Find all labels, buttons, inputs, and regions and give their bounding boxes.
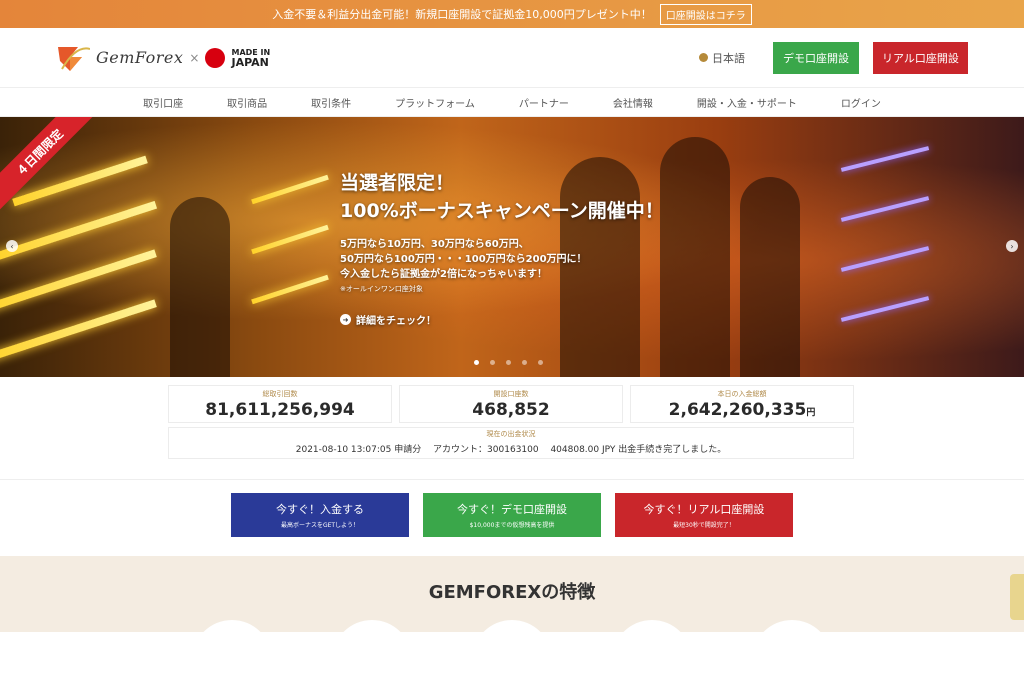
hero-light-stripe <box>251 274 329 305</box>
hero-purple-stripe <box>840 196 930 222</box>
globe-icon <box>699 53 708 62</box>
hero-purple-stripe <box>840 146 930 172</box>
feature-circle <box>192 620 272 700</box>
feature-circle <box>612 620 692 700</box>
real-now-title: 今すぐ！リアル口座開設 <box>643 503 765 516</box>
hero-person-silhouette <box>170 197 230 377</box>
carousel-dot[interactable] <box>522 360 527 365</box>
language-label: 日本語 <box>712 51 745 65</box>
hero-carousel[interactable]: ４日間限定 当選者限定！ 100%ボーナスキャンペーン開催中！ 5万円なら10万… <box>0 117 1024 377</box>
main-nav: 取引口座 取引商品 取引条件 プラットフォーム パートナー 会社情報 開設・入金… <box>0 88 1024 117</box>
logo-separator: × <box>189 50 200 65</box>
deposit-now-title: 今すぐ！入金する <box>276 503 364 516</box>
section-divider <box>0 479 1024 480</box>
hero-text: 当選者限定！ 100%ボーナスキャンペーン開催中！ 5万円なら10万円、30万円… <box>340 169 664 327</box>
accounts-value: 468,852 <box>472 400 550 420</box>
deposit-unit: 円 <box>806 408 816 418</box>
nav-item-login[interactable]: ログイン <box>819 95 903 110</box>
chevron-right-icon[interactable]: › <box>1006 240 1018 252</box>
hero-light-stripe <box>251 174 329 205</box>
chevron-left-icon[interactable]: ‹ <box>6 240 18 252</box>
withdrawal-status-label: 現在の出金状況 <box>486 430 536 438</box>
feature-circle <box>472 620 552 700</box>
nav-item-conditions[interactable]: 取引条件 <box>289 95 373 110</box>
hero-light-stripe <box>0 200 158 262</box>
stats-section: 総取引回数 81,611,256,994 開設口座数 468,852 本日の入金… <box>0 377 1024 481</box>
nav-item-platform[interactable]: プラットフォーム <box>373 95 497 110</box>
demo-now-button[interactable]: 今すぐ！デモ口座開設 $10,000までの仮想残高を提供 <box>423 493 601 537</box>
nav-item-company[interactable]: 会社情報 <box>591 95 675 110</box>
total-trades-box: 総取引回数 81,611,256,994 <box>168 385 392 423</box>
demo-account-button[interactable]: デモ口座開設 <box>773 41 859 74</box>
withdrawal-status-text: 2021-08-10 13:07:05 申請分 アカウント：300163100 … <box>295 445 727 455</box>
made-in-japan-mark: MADE IN JAPAN <box>231 48 270 68</box>
real-now-sub: 最短30秒で開設完了！ <box>673 522 735 529</box>
promo-message: 入金不要＆利益分出金可能！新規口座開設で証拠金10,000円プレゼント中！ <box>272 8 652 21</box>
japan-text: JAPAN <box>231 55 269 69</box>
accounts-label: 開設口座数 <box>493 390 529 398</box>
nav-item-partner[interactable]: パートナー <box>497 95 591 110</box>
hero-person-silhouette <box>660 137 730 377</box>
carousel-dots <box>474 360 543 365</box>
nav-item-support[interactable]: 開設・入金・サポート <box>675 95 819 110</box>
hero-title-1: 当選者限定！ <box>340 172 455 194</box>
hero-light-stripe <box>251 224 329 255</box>
hero-purple-stripe <box>840 246 930 272</box>
details-link-label: 詳細をチェック！ <box>356 316 436 327</box>
hero-person-silhouette <box>740 177 800 377</box>
deposit-value: 2,642,260,335 <box>668 400 807 420</box>
japan-flag-icon <box>205 47 226 68</box>
open-account-link[interactable]: 口座開設はコチラ <box>659 3 752 25</box>
real-now-button[interactable]: 今すぐ！リアル口座開設 最短30秒で開設完了！ <box>615 493 793 537</box>
hero-note: ※オールインワン口座対象 <box>340 285 423 293</box>
hero-light-stripe <box>0 249 157 313</box>
deposit-box: 本日の入金総額 2,642,260,335円 <box>630 385 854 423</box>
site-header: GemForex × MADE IN JAPAN 日本語 デモ口座開設 リアル口… <box>0 28 1024 88</box>
hero-light-stripe <box>0 299 157 363</box>
deposit-value-row: 2,642,260,335円 <box>631 399 853 424</box>
total-trades-value: 81,611,256,994 <box>205 400 355 420</box>
carousel-dot[interactable] <box>490 360 495 365</box>
hero-purple-stripe <box>840 296 930 322</box>
withdrawal-status-box: 現在の出金状況 2021-08-10 13:07:05 申請分 アカウント：30… <box>168 427 854 459</box>
carousel-dot[interactable] <box>474 360 479 365</box>
demo-now-title: 今すぐ！デモ口座開設 <box>457 503 567 516</box>
nav-item-accounts[interactable]: 取引口座 <box>121 95 205 110</box>
hero-line-1: 5万円なら10万円、30万円なら60万円、 <box>340 239 529 250</box>
deposit-label: 本日の入金総額 <box>717 390 767 398</box>
gemforex-logo-icon <box>56 43 91 73</box>
language-selector[interactable]: 日本語 <box>699 50 745 66</box>
feature-circle <box>332 620 412 700</box>
features-section: GEMFOREXの特徴 <box>0 556 1024 700</box>
promo-topbar: 入金不要＆利益分出金可能！新規口座開設で証拠金10,000円プレゼント中！ 口座… <box>0 0 1024 28</box>
hero-line-3: 今入金したら証拠金が2倍になっちゃいます！ <box>340 269 547 280</box>
hero-title-2: 100%ボーナスキャンペーン開催中！ <box>340 200 664 222</box>
total-trades-label: 総取引回数 <box>262 390 298 398</box>
logo[interactable]: GemForex × MADE IN JAPAN <box>56 43 270 73</box>
details-link[interactable]: ➜ 詳細をチェック！ <box>340 312 664 327</box>
logo-text: GemForex <box>96 48 184 67</box>
deposit-now-sub: 最高ボーナスをGETしよう！ <box>280 522 360 529</box>
nav-item-products[interactable]: 取引商品 <box>205 95 289 110</box>
arrow-circle-icon: ➜ <box>340 314 351 325</box>
demo-now-sub: $10,000までの仮想残高を提供 <box>469 522 555 529</box>
feature-circle <box>752 620 832 700</box>
accounts-box: 開設口座数 468,852 <box>399 385 623 423</box>
side-tab[interactable] <box>1010 574 1024 620</box>
features-title: GEMFOREXの特徴 <box>428 582 596 603</box>
carousel-dot[interactable] <box>538 360 543 365</box>
hero-line-2: 50万円なら100万円・・・100万円なら200万円に！ <box>340 254 587 265</box>
deposit-now-button[interactable]: 今すぐ！入金する 最高ボーナスをGETしよう！ <box>231 493 409 537</box>
real-account-button[interactable]: リアル口座開設 <box>873 41 968 74</box>
carousel-dot[interactable] <box>506 360 511 365</box>
cta-row: 今すぐ！入金する 最高ボーナスをGETしよう！ 今すぐ！デモ口座開設 $10,0… <box>0 481 1024 551</box>
